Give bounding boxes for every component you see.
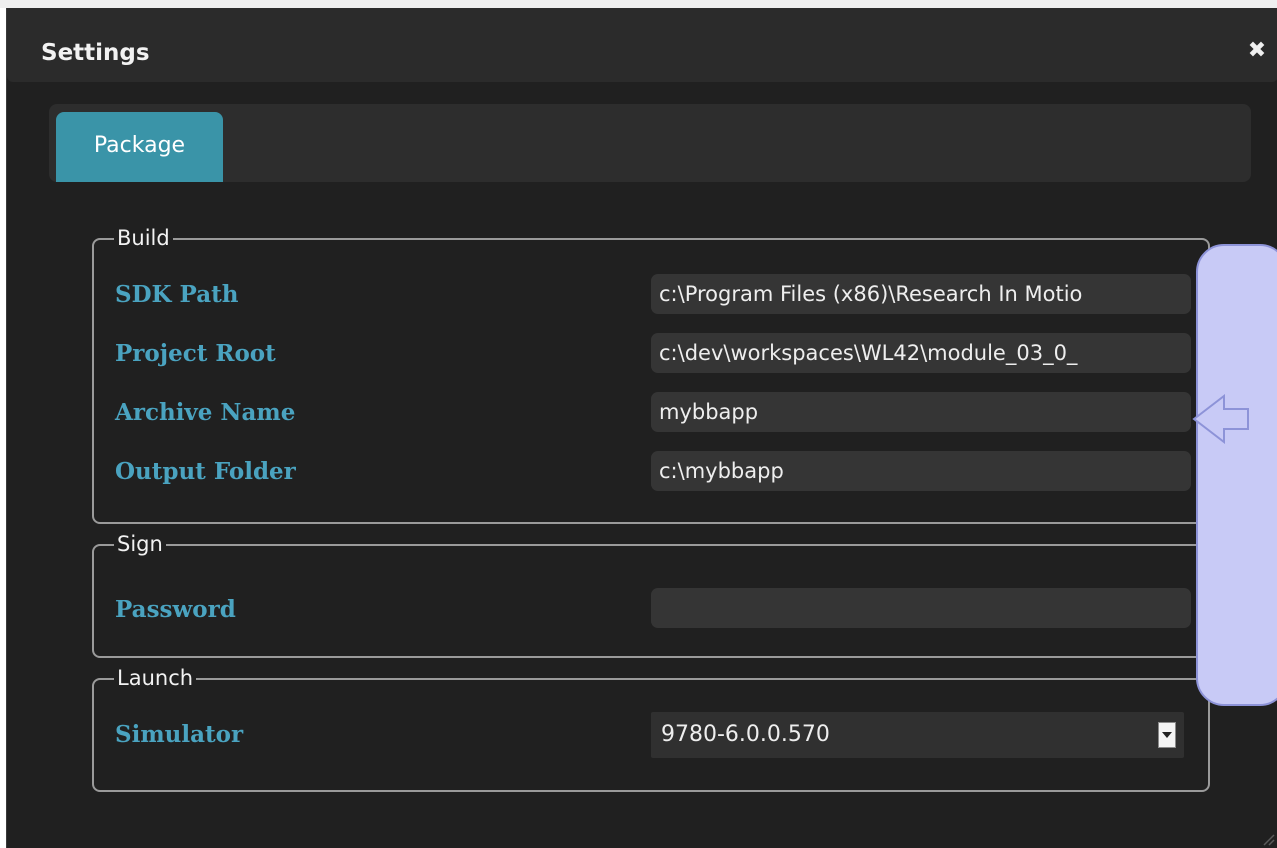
sdk-path-label: SDK Path xyxy=(115,281,239,308)
output-folder-label: Output Folder xyxy=(115,458,296,485)
simulator-select-value: 9780-6.0.0.570 xyxy=(661,722,830,747)
chevron-down-icon[interactable] xyxy=(1158,722,1176,748)
settings-dialog: Settings ✖ Package Build SDK Path Projec… xyxy=(6,8,1277,848)
sign-group-legend: Sign xyxy=(114,531,166,557)
annotation-callout xyxy=(1196,244,1277,706)
tab-package-label: Package xyxy=(93,133,186,158)
archive-name-label: Archive Name xyxy=(115,399,296,426)
tab-package[interactable]: Package xyxy=(56,112,223,182)
simulator-select[interactable]: 9780-6.0.0.570 xyxy=(651,712,1184,758)
archive-name-input[interactable] xyxy=(651,392,1191,432)
launch-group-legend: Launch xyxy=(114,665,197,691)
arrow-left-icon xyxy=(1192,394,1249,444)
dialog-title: Settings xyxy=(41,40,150,66)
background-window-strip xyxy=(0,0,1277,8)
sdk-path-input[interactable] xyxy=(651,274,1191,314)
simulator-label: Simulator xyxy=(115,721,244,748)
launch-group: Launch Simulator 9780-6.0.0.570 xyxy=(92,665,1210,792)
tab-bar: Package xyxy=(49,104,1251,182)
password-input[interactable] xyxy=(651,588,1191,628)
resize-grip-icon[interactable] xyxy=(1261,832,1275,846)
build-group-legend: Build xyxy=(114,225,173,251)
sign-group: Sign Password xyxy=(92,531,1210,658)
output-folder-input[interactable] xyxy=(651,451,1191,491)
project-root-input[interactable] xyxy=(651,333,1191,373)
close-icon[interactable]: ✖ xyxy=(1246,38,1268,64)
password-label: Password xyxy=(115,596,236,623)
project-root-label: Project Root xyxy=(115,340,276,367)
screen: Settings ✖ Package Build SDK Path Projec… xyxy=(0,0,1277,848)
build-group: Build SDK Path Project Root Archive Name… xyxy=(92,225,1210,524)
dialog-titlebar: Settings ✖ xyxy=(7,8,1277,82)
